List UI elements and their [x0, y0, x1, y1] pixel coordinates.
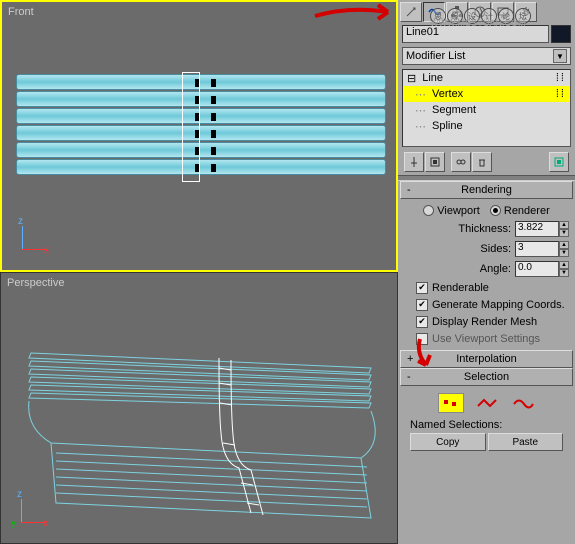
display-mesh-checkbox[interactable]: ✔ — [416, 316, 428, 328]
thickness-label: Thickness: — [458, 223, 511, 235]
pin-stack-button[interactable] — [404, 152, 424, 172]
create-tab[interactable] — [400, 2, 422, 22]
named-selections-label: Named Selections: — [410, 419, 563, 431]
command-panel: Line01 Modifier List ▼ ⊟ Line ⁞⁞ ⋯ Verte… — [398, 0, 575, 544]
dropdown-arrow-icon: ▼ — [553, 49, 567, 63]
command-panel-tabs — [398, 0, 575, 23]
interpolation-rollout: + Interpolation — [400, 350, 573, 368]
mapping-label: Generate Mapping Coords. — [432, 299, 565, 311]
stack-handle-icon: ⁞⁞ — [556, 72, 566, 84]
viewport-front[interactable]: Front z x — [0, 0, 398, 272]
rollout-minus-icon: - — [407, 371, 411, 383]
use-viewport-checkbox[interactable] — [416, 333, 428, 345]
paste-selection-button[interactable]: Paste — [488, 433, 564, 451]
stack-item-label: Spline — [432, 120, 463, 132]
vertex-subobj-button[interactable] — [438, 393, 464, 413]
mapping-checkbox[interactable]: ✔ — [416, 299, 428, 311]
spinner-down[interactable]: ▼ — [559, 269, 569, 277]
stack-tools — [398, 149, 575, 175]
renderable-checkbox[interactable]: ✔ — [416, 282, 428, 294]
spline-subobj-button[interactable] — [510, 393, 536, 413]
stack-item-segment[interactable]: ⋯ Segment — [403, 102, 570, 118]
angle-input[interactable]: 0.0 — [515, 261, 559, 277]
configure-sets-button[interactable] — [549, 152, 569, 172]
object-color-swatch[interactable] — [551, 25, 571, 43]
hierarchy-tab[interactable] — [446, 2, 468, 22]
spinner-down[interactable]: ▼ — [559, 229, 569, 237]
perspective-bench — [11, 313, 391, 533]
display-tab[interactable] — [492, 2, 514, 22]
show-end-result-button[interactable] — [425, 152, 445, 172]
modifier-list-label: Modifier List — [406, 50, 465, 62]
modify-tab[interactable] — [423, 2, 445, 22]
viewport-radio-label: Viewport — [437, 205, 480, 217]
rollout-minus-icon: - — [407, 184, 411, 196]
collapse-icon[interactable]: ⊟ — [407, 72, 416, 85]
remove-modifier-button[interactable] — [472, 152, 492, 172]
interpolation-header[interactable]: + Interpolation — [400, 350, 573, 368]
segment-subobj-button[interactable] — [474, 393, 500, 413]
modifier-stack[interactable]: ⊟ Line ⁞⁞ ⋯ Vertex ⁞⁞ ⋯ Segment ⋯ Spline — [402, 69, 571, 147]
utilities-tab[interactable] — [515, 2, 537, 22]
stack-item-label: Segment — [432, 104, 476, 116]
interpolation-title: Interpolation — [456, 353, 517, 365]
sides-input[interactable]: 3 — [515, 241, 559, 257]
spinner-up[interactable]: ▲ — [559, 221, 569, 229]
viewport-perspective[interactable]: Perspective — [0, 272, 398, 544]
make-unique-button[interactable] — [451, 152, 471, 172]
renderable-label: Renderable — [432, 282, 489, 294]
stack-root-line[interactable]: ⊟ Line ⁞⁞ — [403, 70, 570, 86]
selection-header[interactable]: - Selection — [400, 368, 573, 386]
use-viewport-label: Use Viewport Settings — [432, 333, 540, 345]
renderer-radio[interactable] — [490, 205, 501, 216]
viewport-label-perspective: Perspective — [7, 277, 64, 289]
stack-item-spline[interactable]: ⋯ Spline — [403, 118, 570, 134]
angle-label: Angle: — [480, 263, 511, 275]
object-name-field[interactable]: Line01 — [402, 25, 549, 43]
stack-root-label: Line — [422, 72, 443, 84]
spinner-up[interactable]: ▲ — [559, 241, 569, 249]
front-scene: z x — [2, 2, 396, 270]
sides-label: Sides: — [480, 243, 511, 255]
rendering-header[interactable]: - Rendering — [400, 181, 573, 199]
rendering-rollout: - Rendering Viewport Renderer Thickness: — [400, 181, 573, 350]
stack-handle-icon: ⁞⁞ — [556, 88, 566, 100]
copy-selection-button[interactable]: Copy — [410, 433, 486, 451]
modifier-list-dropdown[interactable]: Modifier List ▼ — [402, 47, 571, 65]
stack-item-vertex[interactable]: ⋯ Vertex ⁞⁞ — [403, 86, 570, 102]
selection-rollout: - Selection Named Selections: — [400, 368, 573, 456]
display-mesh-label: Display Render Mesh — [432, 316, 537, 328]
viewport-radio[interactable] — [423, 205, 434, 216]
rollout-plus-icon: + — [407, 353, 413, 365]
rendering-title: Rendering — [461, 184, 512, 196]
thickness-input[interactable]: 3.822 — [515, 221, 559, 237]
selection-title: Selection — [464, 371, 509, 383]
renderer-radio-label: Renderer — [504, 205, 550, 217]
stack-item-label: Vertex — [432, 88, 463, 100]
spinner-up[interactable]: ▲ — [559, 261, 569, 269]
motion-tab[interactable] — [469, 2, 491, 22]
spinner-down[interactable]: ▼ — [559, 249, 569, 257]
